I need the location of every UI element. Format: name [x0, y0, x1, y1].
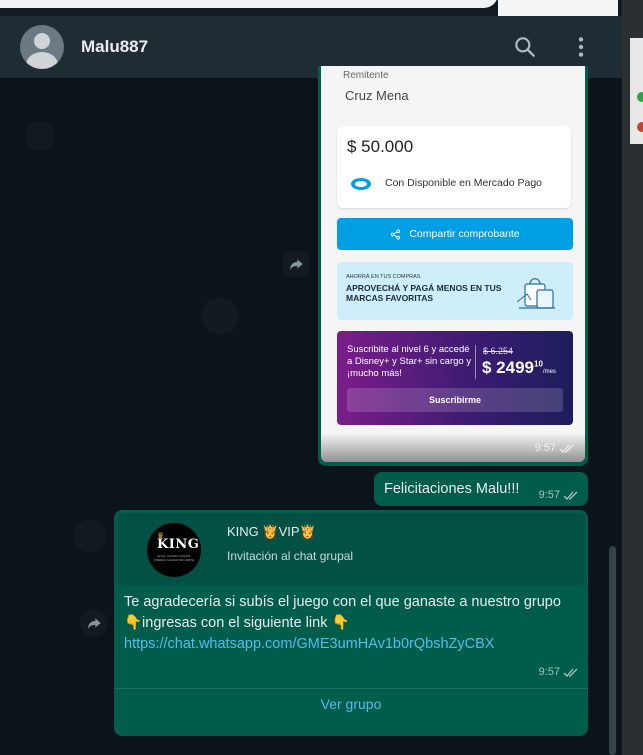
promo-card: AHORRÁ EN TUS COMPRAS APROVECHÁ Y PAGÁ M…: [337, 262, 573, 320]
view-group-button[interactable]: Ver grupo: [114, 696, 588, 712]
share-icon: [391, 228, 401, 240]
receipt-sender-name: Cruz Mena: [345, 88, 409, 103]
invite-message-text: Te agradecería si subís el juego con el …: [124, 592, 564, 655]
price-divider: [475, 345, 476, 379]
amount-value: $ 50.000: [347, 137, 414, 156]
invite-divider: [114, 688, 588, 689]
forward-button[interactable]: [282, 250, 310, 278]
disney-promo-card: Suscribite al nivel 6 y accedé a Disney+…: [337, 331, 573, 425]
forward-arrow-icon: [88, 618, 101, 629]
group-logo: ♛ KING EN EL CASINO ONLINE PUEDES GANAR …: [147, 523, 201, 577]
menu-dots-icon[interactable]: [568, 34, 594, 60]
message-time-text: 9:57: [538, 489, 560, 501]
invite-line-1: Te agradecería si subís el juego con el …: [124, 594, 561, 610]
message-time-text: 9:57: [538, 666, 560, 678]
share-receipt-button: Compartir comprobante: [337, 218, 573, 250]
amount-card: $ 50.000 Con Disponible en Mercado Pago: [337, 126, 571, 208]
amount-source: Con Disponible en Mercado Pago: [385, 177, 543, 189]
promo-small-text: AHORRÁ EN TUS COMPRAS: [346, 274, 421, 280]
text-message-bubble[interactable]: Felicitaciones Malu!!! 9:57: [374, 472, 588, 506]
group-invite-label: Invitación al chat grupal: [227, 549, 354, 563]
chat-panel: Malu887 Remitente Cruz Mena $ 50.000 Con…: [0, 16, 622, 755]
search-icon[interactable]: [512, 34, 538, 60]
shopping-bag-icon: [516, 278, 555, 309]
promo-main-text: APROVECHÁ Y PAGÁ MENOS EN TUS MARCAS FAV…: [346, 283, 502, 303]
invite-link[interactable]: https://chat.whatsapp.com/GME3umHAv1b0rQ…: [124, 634, 564, 655]
chat-scrollbar[interactable]: [609, 546, 616, 755]
message-time: 9:57: [539, 489, 579, 501]
browser-right-pane: [498, 0, 618, 16]
browser-top-strip: [0, 0, 643, 16]
double-check-icon: [563, 491, 578, 500]
message-time: 9:57: [539, 666, 579, 678]
new-price: $ 249910/mes: [482, 358, 556, 378]
new-price-cents: 10: [534, 359, 543, 369]
contact-name[interactable]: Malu887: [81, 37, 148, 57]
group-logo-text: KING: [157, 537, 200, 552]
group-invite-bubble: ♛ KING EN EL CASINO ONLINE PUEDES GANAR …: [114, 510, 588, 736]
message-text: Felicitaciones Malu!!!: [384, 481, 520, 497]
right-edge-panel: [622, 0, 643, 755]
old-price: $ 6.254: [483, 346, 514, 356]
new-price-value: $ 2499: [482, 358, 534, 377]
receipt-image[interactable]: Remitente Cruz Mena $ 50.000 Con Disponi…: [321, 66, 585, 462]
group-name: KING 👸VIP👸: [227, 524, 316, 539]
new-price-unit: /mes: [542, 369, 556, 375]
mercado-pago-logo-icon: [351, 178, 371, 190]
disney-promo-text: Suscribite al nivel 6 y accedé a Disney+…: [347, 344, 472, 379]
invite-line-2: 👇ingresas con el siguiente link 👇: [124, 615, 350, 631]
forward-button[interactable]: [80, 609, 108, 637]
subscribe-button: Suscribirme: [347, 388, 563, 412]
avatar-body-shape: [26, 52, 58, 69]
message-time-text: 9:57: [534, 442, 556, 454]
avatar-head-shape: [34, 33, 50, 49]
group-invite-card[interactable]: ♛ KING EN EL CASINO ONLINE PUEDES GANAR …: [117, 513, 585, 585]
receipt-top-label: Remitente: [343, 70, 389, 81]
double-check-icon: [559, 444, 574, 453]
browser-address-bar[interactable]: [0, 0, 498, 8]
image-bottom-shade: 9:57: [321, 433, 585, 462]
status-dot-green-icon: [637, 92, 643, 102]
avatar[interactable]: [20, 25, 64, 69]
double-check-icon: [563, 668, 578, 677]
group-logo-subtext: EN EL CASINO ONLINE PUEDES GANAR SIN LIM…: [153, 554, 195, 562]
forward-arrow-icon: [290, 259, 303, 270]
image-message-bubble[interactable]: Remitente Cruz Mena $ 50.000 Con Disponi…: [318, 66, 588, 466]
share-receipt-label: Compartir comprobante: [409, 228, 520, 240]
message-time: 9:57: [535, 442, 575, 454]
status-dot-red-icon: [637, 122, 643, 132]
